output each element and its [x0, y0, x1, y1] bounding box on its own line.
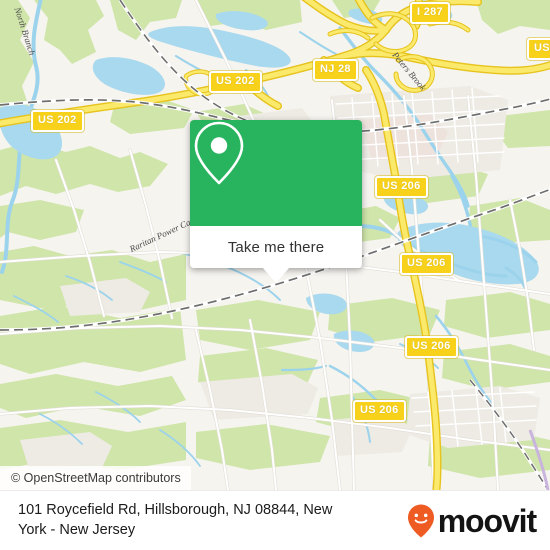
callout-pin-panel: [190, 120, 362, 226]
map-attribution[interactable]: © OpenStreetMap contributors: [0, 466, 191, 490]
location-callout-card[interactable]: Take me there: [190, 120, 362, 283]
callout-pointer-arrow: [263, 268, 289, 283]
attribution-text: © OpenStreetMap contributors: [11, 471, 181, 485]
shield-us-right-edge: US: [527, 38, 550, 60]
address-line-2: York - New Jersey: [18, 521, 136, 538]
shield-us-206-lower: US 206: [405, 336, 458, 358]
shield-nj-28: NJ 28: [313, 59, 358, 81]
moovit-brand[interactable]: moovit: [406, 502, 537, 539]
callout-action-panel[interactable]: Take me there: [190, 226, 362, 283]
shield-us-202-upper: US 202: [209, 71, 262, 93]
footer-bar: 101 Roycefield Rd, Hillsborough, NJ 0884…: [0, 490, 550, 550]
take-me-there-label: Take me there: [227, 238, 325, 256]
map-canvas[interactable]: I 287 US NJ 28 US 202 US 202 US 206 US 2…: [0, 0, 550, 490]
address-line-1: 101 Roycefield Rd, Hillsborough, NJ 0884…: [18, 502, 333, 519]
shield-i-287: I 287: [410, 2, 450, 24]
moovit-wordmark: moovit: [437, 502, 537, 539]
shield-us-202-left: US 202: [31, 110, 84, 132]
shield-us-206-upper: US 206: [375, 176, 428, 198]
shield-us-206-bottom: US 206: [353, 400, 406, 422]
map-pin-icon: [194, 121, 244, 185]
shield-us-206-mid: US 206: [400, 253, 453, 275]
address-block: 101 Roycefield Rd, Hillsborough, NJ 0884…: [18, 501, 332, 539]
moovit-smiley-pin-icon: [407, 504, 434, 537]
map-screenshot: I 287 US NJ 28 US 202 US 202 US 206 US 2…: [0, 0, 550, 550]
